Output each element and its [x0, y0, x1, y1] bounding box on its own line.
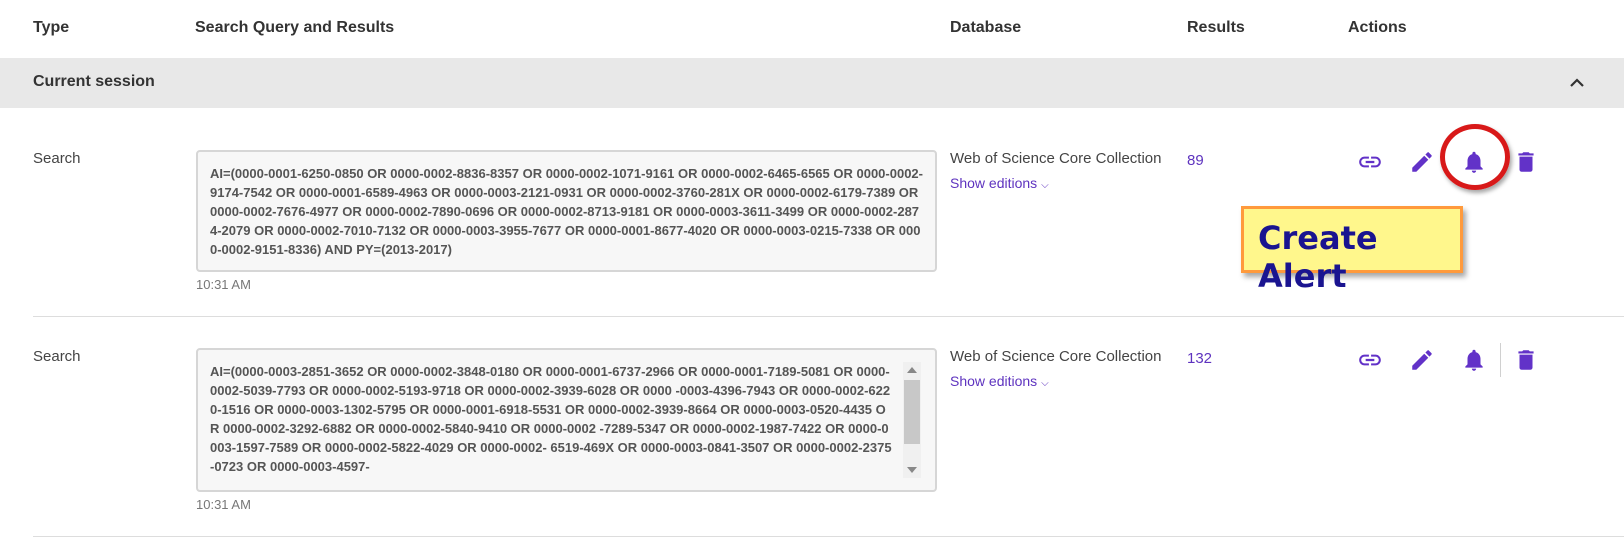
history-row: Search AI=(0000-0003-2851-3652 OR 0000-0…	[0, 314, 1624, 534]
results-count-link[interactable]: 89	[1187, 152, 1204, 169]
database-name: Web of Science Core Collection	[950, 348, 1162, 365]
show-editions-link[interactable]: Show editions ⌵	[950, 373, 1049, 389]
query-box[interactable]: AI=(0000-0003-2851-3652 OR 0000-0002-384…	[196, 348, 937, 492]
query-box[interactable]: AI=(0000-0001-6250-0850 OR 0000-0002-883…	[196, 150, 937, 272]
query-time: 10:31 AM	[196, 497, 251, 512]
session-label: Current session	[33, 73, 155, 90]
show-editions-link[interactable]: Show editions ⌵	[950, 175, 1049, 191]
trash-icon	[1518, 152, 1534, 172]
scroll-thumb[interactable]	[904, 380, 920, 444]
create-alert-callout: Create Alert	[1241, 206, 1463, 295]
column-header-type: Type	[33, 19, 70, 36]
column-header-query: Search Query and Results	[195, 19, 395, 36]
trash-icon	[1518, 350, 1534, 370]
row-divider	[33, 536, 1624, 537]
link-icon	[1359, 156, 1381, 168]
query-text: AI=(0000-0001-6250-0850 OR 0000-0002-883…	[210, 166, 923, 257]
create-alert-button[interactable]	[1458, 344, 1490, 376]
database-name: Web of Science Core Collection	[950, 150, 1162, 167]
scroll-down-arrow-icon[interactable]	[907, 467, 917, 473]
show-editions-label: Show editions	[950, 175, 1038, 191]
scroll-up-arrow-icon[interactable]	[907, 367, 917, 373]
query-scrollbar[interactable]	[903, 362, 921, 478]
chevron-up-icon[interactable]	[1568, 74, 1586, 92]
chevron-down-icon: ⌵	[1041, 378, 1049, 389]
copy-link-button[interactable]	[1354, 344, 1386, 376]
callout-text: Create Alert	[1258, 219, 1378, 295]
results-count-link[interactable]: 132	[1187, 350, 1212, 367]
edit-button[interactable]	[1406, 146, 1438, 178]
row-type: Search	[33, 150, 81, 167]
show-editions-label: Show editions	[950, 373, 1038, 389]
query-time: 10:31 AM	[196, 277, 251, 292]
column-header-database: Database	[950, 19, 1022, 36]
pencil-icon	[1412, 350, 1432, 370]
link-icon	[1359, 354, 1381, 366]
chevron-down-icon: ⌵	[1041, 180, 1049, 191]
delete-button[interactable]	[1510, 344, 1542, 376]
table-header: Type Search Query and Results Database R…	[0, 0, 1624, 58]
query-text: AI=(0000-0003-2851-3652 OR 0000-0002-384…	[210, 364, 892, 474]
current-session-bar[interactable]: Current session	[0, 58, 1624, 108]
highlight-ring	[1440, 124, 1510, 190]
column-header-actions: Actions	[1348, 19, 1407, 36]
row-type: Search	[33, 348, 81, 365]
copy-link-button[interactable]	[1354, 146, 1386, 178]
column-header-results: Results	[1187, 19, 1245, 36]
edit-button[interactable]	[1406, 344, 1438, 376]
delete-button[interactable]	[1510, 146, 1542, 178]
action-divider	[1500, 343, 1501, 377]
bell-icon	[1465, 349, 1483, 371]
pencil-icon	[1412, 152, 1432, 172]
